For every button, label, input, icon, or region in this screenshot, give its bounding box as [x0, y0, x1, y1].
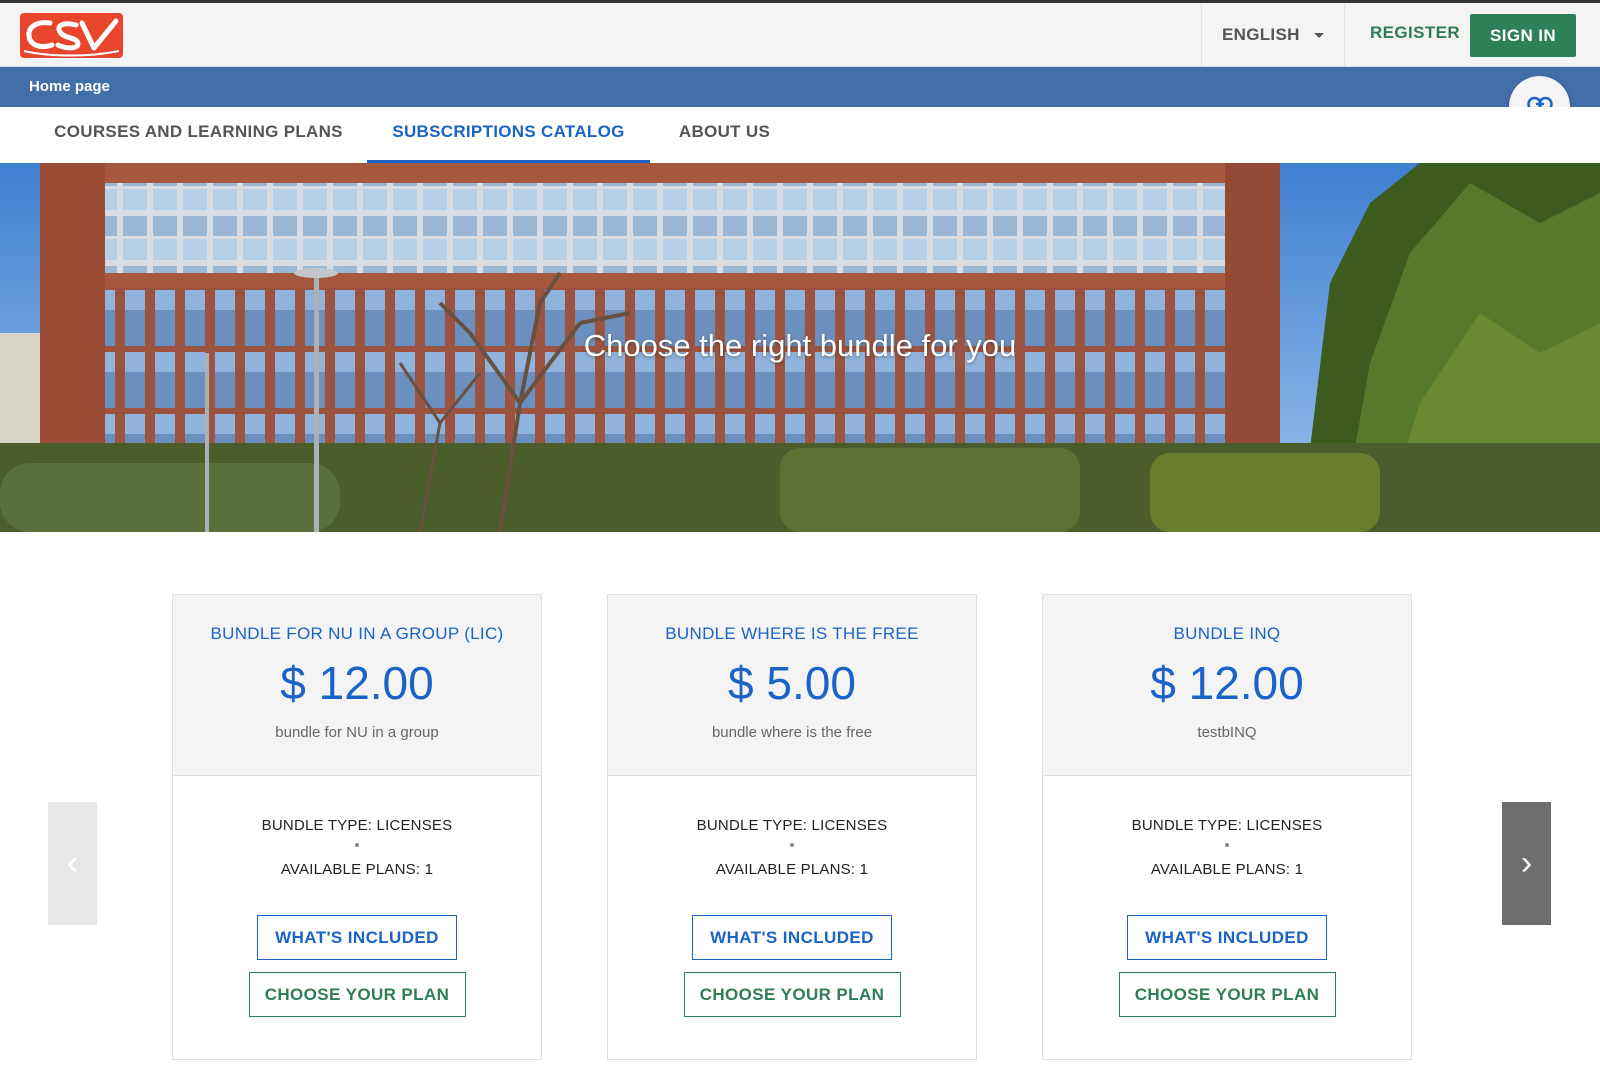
chevron-left-icon: ‹ [66, 844, 79, 882]
bundle-title: BUNDLE INQ [1173, 624, 1281, 643]
bundle-card-body: BUNDLE TYPE: LICENSES AVAILABLE PLANS: 1… [173, 776, 541, 1017]
available-plans: AVAILABLE PLANS: 1 [280, 861, 434, 878]
bundle-card: BUNDLE FOR NU IN A GROUP (LIC) $ 12.00 b… [172, 594, 542, 1060]
bundle-type: BUNDLE TYPE: LICENSES [696, 817, 888, 834]
tab-about-us[interactable]: ABOUT US [666, 107, 783, 163]
bundle-type: BUNDLE TYPE: LICENSES [261, 817, 453, 834]
whats-included-button[interactable]: WHAT'S INCLUDED [1127, 915, 1327, 960]
separator-dot [790, 843, 794, 847]
choose-your-plan-button[interactable]: CHOOSE YOUR PLAN [683, 972, 901, 1017]
breadcrumb-home[interactable]: Home page [29, 78, 110, 95]
carousel-next-button[interactable]: › [1502, 802, 1551, 925]
bundle-price: $ 5.00 [728, 657, 856, 709]
bundle-card-header: BUNDLE INQ $ 12.00 testbINQ [1043, 595, 1411, 776]
separator-dot [1225, 843, 1229, 847]
language-selector[interactable]: ENGLISH [1201, 3, 1345, 67]
tab-label: ABOUT US [678, 122, 771, 141]
bundle-title: BUNDLE FOR NU IN A GROUP (LIC) [210, 624, 504, 643]
bundle-description: bundle where is the free [711, 724, 873, 741]
tab-courses[interactable]: COURSES AND LEARNING PLANS [46, 107, 351, 163]
tab-subscriptions-catalog[interactable]: SUBSCRIPTIONS CATALOG [367, 107, 650, 163]
bundle-card-header: BUNDLE WHERE IS THE FREE $ 5.00 bundle w… [608, 595, 976, 776]
bundle-description: bundle for NU in a group [275, 724, 439, 741]
register-link[interactable]: REGISTER [1370, 23, 1460, 43]
bundle-card: BUNDLE WHERE IS THE FREE $ 5.00 bundle w… [607, 594, 977, 1060]
available-plans: AVAILABLE PLANS: 1 [1150, 861, 1304, 878]
bundle-title: BUNDLE WHERE IS THE FREE [665, 624, 919, 643]
site-header: ENGLISH REGISTER SIGN IN [0, 3, 1600, 67]
bundle-description: testbINQ [1197, 724, 1257, 741]
language-label: ENGLISH [1222, 25, 1300, 44]
sign-in-button[interactable]: SIGN IN [1470, 14, 1576, 57]
main-tabs: COURSES AND LEARNING PLANS SUBSCRIPTIONS… [0, 107, 1600, 163]
tab-label: COURSES AND LEARNING PLANS [54, 122, 343, 141]
tab-label: SUBSCRIPTIONS CATALOG [392, 122, 625, 141]
choose-your-plan-button[interactable]: CHOOSE YOUR PLAN [248, 972, 466, 1017]
whats-included-button[interactable]: WHAT'S INCLUDED [692, 915, 892, 960]
whats-included-button[interactable]: WHAT'S INCLUDED [257, 915, 457, 960]
choose-your-plan-button[interactable]: CHOOSE YOUR PLAN [1118, 972, 1336, 1017]
bundle-type: BUNDLE TYPE: LICENSES [1131, 817, 1323, 834]
bundle-card: BUNDLE INQ $ 12.00 testbINQ BUNDLE TYPE:… [1042, 594, 1412, 1060]
site-logo[interactable] [20, 13, 123, 58]
chevron-right-icon: › [1520, 844, 1533, 882]
hero-banner: Choose the right bundle for you [0, 163, 1600, 532]
bundle-card-header: BUNDLE FOR NU IN A GROUP (LIC) $ 12.00 b… [173, 595, 541, 776]
available-plans: AVAILABLE PLANS: 1 [715, 861, 869, 878]
separator-dot [355, 843, 359, 847]
bundle-price: $ 12.00 [280, 657, 434, 709]
bundle-card-body: BUNDLE TYPE: LICENSES AVAILABLE PLANS: 1… [608, 776, 976, 1017]
bundle-card-body: BUNDLE TYPE: LICENSES AVAILABLE PLANS: 1… [1043, 776, 1411, 1017]
bundle-price: $ 12.00 [1150, 657, 1304, 709]
caret-down-icon [1313, 32, 1324, 38]
breadcrumb: Home page [0, 67, 1600, 107]
carousel-prev-button[interactable]: ‹ [48, 802, 97, 925]
hero-title: Choose the right bundle for you [583, 328, 1017, 363]
